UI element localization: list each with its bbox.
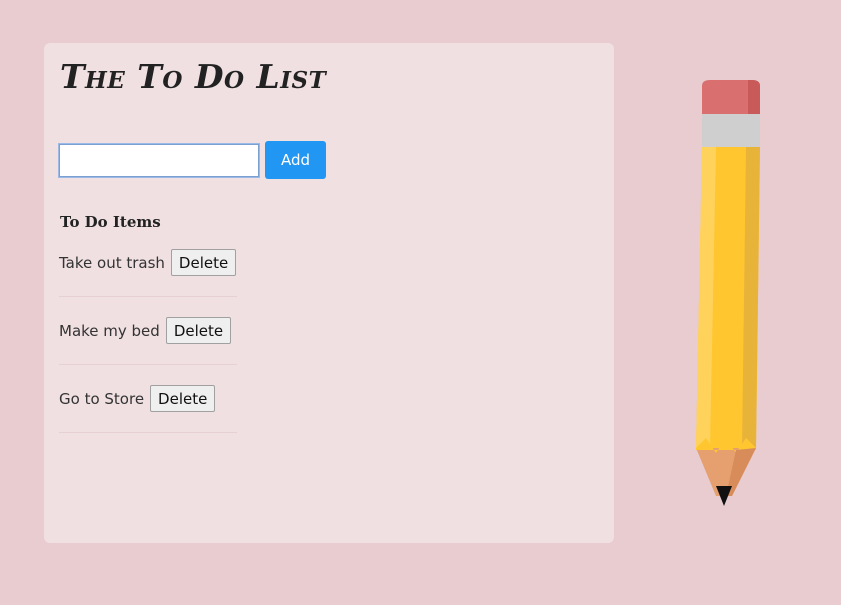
delete-button[interactable]: Delete: [150, 385, 216, 412]
todo-list-heading: To Do Items: [60, 213, 161, 231]
page: { "app": { "title": "The To Do List" }, …: [0, 0, 841, 605]
todo-item: Take out trash Delete: [59, 249, 237, 297]
todo-item-text: Take out trash: [59, 253, 165, 272]
todo-card: The To Do List Add To Do Items Take out …: [44, 43, 614, 543]
delete-button[interactable]: Delete: [170, 249, 237, 276]
add-button[interactable]: Add: [265, 141, 326, 179]
todo-input[interactable]: [58, 142, 260, 178]
todo-item-text: Make my bed: [59, 321, 160, 340]
todo-item: Go to Store Delete: [59, 385, 237, 433]
add-todo-form: Add: [58, 141, 326, 179]
todo-item-text: Go to Store: [59, 389, 145, 408]
delete-button[interactable]: Delete: [165, 317, 232, 344]
todo-list: Take out trash Delete Make my bed Delete…: [59, 249, 237, 433]
pencil-icon: [696, 80, 760, 506]
page-title: The To Do List: [60, 57, 327, 96]
todo-item: Make my bed Delete: [59, 317, 237, 365]
